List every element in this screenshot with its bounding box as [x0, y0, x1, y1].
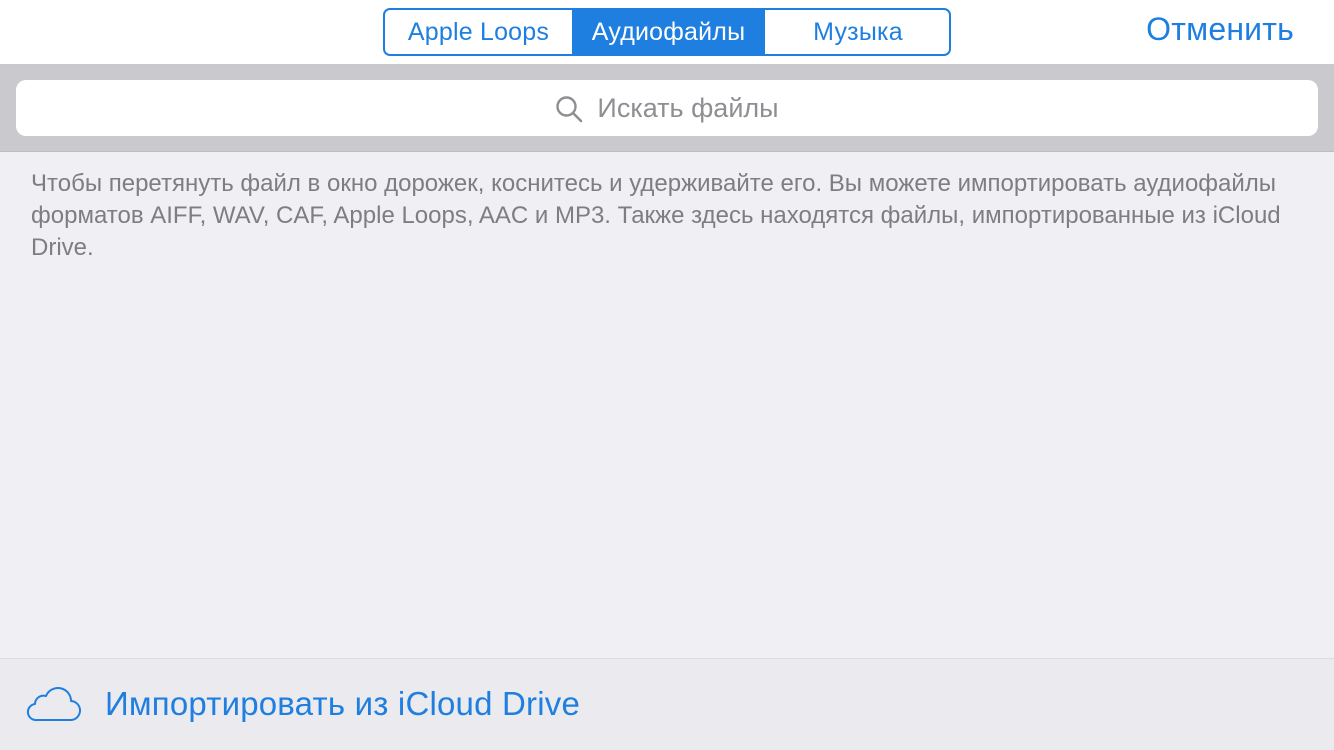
search-icon: [555, 95, 583, 123]
search-input[interactable]: Искать файлы: [16, 80, 1318, 136]
cancel-button[interactable]: Отменить: [1146, 11, 1294, 48]
search-area: Искать файлы: [0, 65, 1334, 152]
source-segmented-control: Apple Loops Аудиофайлы Музыка: [383, 8, 951, 56]
cloud-icon: [25, 687, 81, 723]
segment-music[interactable]: Музыка: [763, 10, 949, 54]
navigation-bar: Apple Loops Аудиофайлы Музыка Отменить: [0, 0, 1334, 65]
import-icloud-drive-button[interactable]: Импортировать из iCloud Drive: [0, 658, 1334, 750]
import-icloud-drive-label: Импортировать из iCloud Drive: [105, 685, 581, 722]
search-placeholder: Искать файлы: [597, 92, 779, 123]
segment-apple-loops[interactable]: Apple Loops: [385, 10, 572, 54]
segment-audio-files[interactable]: Аудиофайлы: [572, 10, 763, 54]
import-instructions-text: Чтобы перетянуть файл в окно дорожек, ко…: [31, 170, 1281, 261]
